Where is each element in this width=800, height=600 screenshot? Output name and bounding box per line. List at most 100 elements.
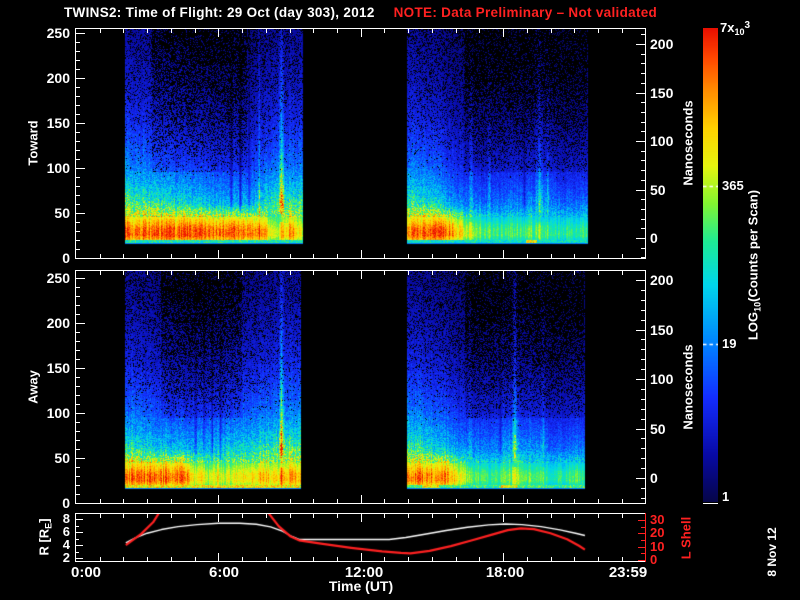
axis-tick [123, 514, 124, 518]
toward-panel [75, 28, 646, 259]
away-ytick-label: 200 [46, 315, 70, 331]
axis-tick [551, 514, 552, 518]
axis-tick [76, 33, 85, 34]
axis-tick [76, 404, 80, 405]
axis-tick [218, 271, 219, 279]
axis-tick [384, 557, 385, 561]
axis-tick [313, 514, 314, 518]
axis-tick [641, 527, 645, 528]
axis-tick [76, 249, 80, 250]
axis-tick [76, 60, 80, 61]
axis-tick [361, 553, 362, 561]
axis-tick [636, 141, 645, 142]
axis-tick [503, 514, 504, 522]
axis-tick [171, 271, 172, 275]
axis-tick [76, 413, 85, 414]
axis-tick [218, 250, 219, 258]
axis-tick [100, 29, 101, 33]
axis-tick [76, 231, 80, 232]
away-spectrogram [76, 271, 645, 503]
axis-tick [266, 254, 267, 258]
axis-tick [76, 558, 83, 559]
axis-tick [641, 122, 645, 123]
axis-tick [408, 499, 409, 503]
axis-tick [641, 320, 645, 321]
axis-tick [641, 170, 645, 171]
ns-tick-label: 100 [650, 371, 674, 387]
axis-tick [641, 468, 645, 469]
axis-tick [266, 514, 267, 518]
axis-tick [636, 93, 645, 94]
axis-tick [313, 29, 314, 33]
axis-tick [574, 254, 575, 258]
axis-tick [76, 287, 80, 288]
axis-tick [195, 254, 196, 258]
axis-tick [574, 514, 575, 518]
axis-tick [622, 254, 623, 258]
axis-tick [76, 368, 85, 369]
ns-tick-label: 50 [650, 182, 666, 198]
axis-tick [171, 29, 172, 33]
axis-tick [195, 514, 196, 518]
axis-tick [76, 485, 80, 486]
axis-tick [100, 514, 101, 518]
axis-tick [76, 323, 85, 324]
axis-tick [641, 199, 645, 200]
axis-tick [622, 271, 623, 275]
axis-tick [503, 553, 504, 561]
axis-tick [76, 177, 80, 178]
axis-tick [76, 467, 80, 468]
axis-tick [479, 514, 480, 518]
axis-tick [76, 341, 80, 342]
axis-tick [290, 499, 291, 503]
axis-tick [598, 557, 599, 561]
l-shell-axis-line [645, 513, 646, 562]
axis-tick [641, 389, 645, 390]
colorbar-tick-label: 1 [722, 489, 730, 504]
axis-tick [337, 271, 338, 275]
axis-tick [641, 300, 645, 301]
axis-tick [503, 495, 504, 503]
axis-tick [641, 228, 645, 229]
axis-tick [503, 271, 504, 279]
axis-tick [313, 254, 314, 258]
ns-tick-label: 0 [650, 230, 658, 246]
axis-tick [76, 332, 80, 333]
axis-tick [551, 499, 552, 503]
away-ytick-label: 150 [46, 360, 70, 376]
axis-tick [641, 160, 645, 161]
toward-ytick-label: 100 [46, 160, 70, 176]
axis-tick [641, 257, 645, 258]
axis-tick [638, 533, 645, 534]
axis-tick [361, 271, 362, 279]
date-stamp: 8 Nov 12 [765, 527, 779, 577]
axis-tick [76, 168, 85, 169]
axis-tick [76, 476, 80, 477]
ns-tick-label: 100 [650, 133, 674, 149]
axis-tick [361, 495, 362, 503]
axis-tick [638, 520, 645, 521]
orbit-panel [75, 513, 646, 562]
title-main: TWINS2: Time of Flight: 29 Oct (day 303)… [64, 5, 375, 20]
axis-tick [171, 514, 172, 518]
axis-tick [479, 271, 480, 275]
axis-tick [641, 54, 645, 55]
axis-tick [622, 557, 623, 561]
axis-tick [242, 514, 243, 518]
axis-tick [641, 131, 645, 132]
axis-tick [76, 213, 85, 214]
axis-tick [384, 514, 385, 518]
axis-tick [361, 250, 362, 258]
axis-tick [76, 532, 83, 533]
time-tick-label: 6:00 [208, 564, 240, 581]
toward-ytick-label: 150 [46, 115, 70, 131]
axis-tick [408, 271, 409, 275]
axis-tick [527, 29, 528, 33]
axis-tick [242, 29, 243, 33]
axis-tick [76, 395, 80, 396]
axis-tick [76, 305, 80, 306]
axis-tick [171, 499, 172, 503]
axis-tick [76, 132, 80, 133]
axis-tick [479, 254, 480, 258]
axis-tick [641, 180, 645, 181]
